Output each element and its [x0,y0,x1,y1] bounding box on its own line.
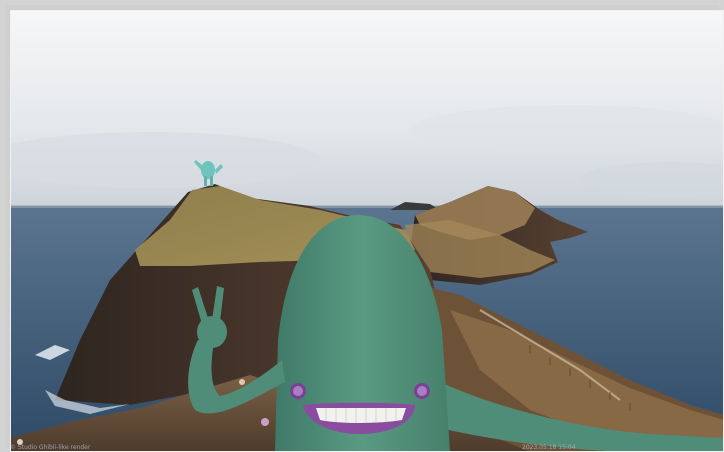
caption-right: 2023.05.18 15:04 [522,444,576,451]
photo [10,10,724,452]
cloud [410,105,724,155]
photo-frame [0,0,724,452]
photo-scene [10,10,724,452]
caption-left: © Studio Ghibli-like render [10,444,91,451]
horizon [10,205,724,208]
flower [261,418,269,426]
creature-teeth [316,408,406,423]
